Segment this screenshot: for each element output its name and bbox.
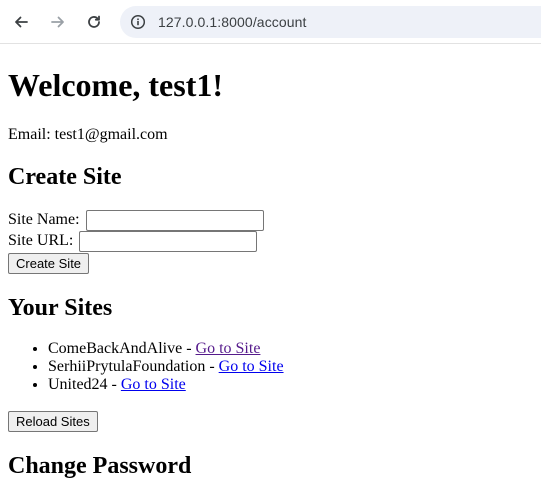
browser-toolbar: 127.0.0.1:8000/account (0, 0, 541, 44)
site-url-label: Site URL: (8, 232, 74, 250)
page-title: Welcome, test1! (8, 67, 224, 103)
reload-icon (88, 15, 100, 28)
arrow-left-icon (15, 16, 28, 28)
address-url: 127.0.0.1:8000/account (158, 14, 307, 30)
separator: - (107, 376, 121, 393)
reload-sites-button[interactable]: Reload Sites (8, 411, 98, 432)
list-item: ComeBackAndAlive - Go to Site (48, 340, 284, 358)
site-name: SerhiiPrytulaFoundation (48, 358, 206, 375)
address-bar[interactable]: 127.0.0.1:8000/account (120, 6, 541, 38)
site-url-input[interactable] (79, 231, 258, 252)
list-item: United24 - Go to Site (48, 376, 284, 394)
go-to-site-link[interactable]: Go to Site (196, 340, 261, 357)
back-button[interactable] (9, 10, 33, 34)
site-name: ComeBackAndAlive (48, 340, 183, 357)
list-item: SerhiiPrytulaFoundation - Go to Site (48, 358, 284, 376)
sites-list: ComeBackAndAlive - Go to Site SerhiiPryt… (8, 340, 284, 394)
forward-button[interactable] (46, 10, 70, 34)
site-name: United24 (48, 376, 108, 393)
create-site-button[interactable]: Create Site (8, 253, 90, 274)
site-name-row: Site Name: (8, 210, 264, 231)
separator: - (205, 358, 219, 375)
reload-button[interactable] (82, 10, 106, 34)
change-password-heading: Change Password (8, 453, 192, 479)
site-name-label: Site Name: (8, 211, 80, 229)
email-text: Email: test1@gmail.com (8, 126, 168, 143)
go-to-site-link[interactable]: Go to Site (121, 376, 186, 393)
site-url-row: Site URL: (8, 231, 258, 252)
separator: - (182, 340, 196, 357)
site-name-input[interactable] (85, 210, 264, 231)
arrow-right-icon (51, 16, 64, 28)
create-site-heading: Create Site (8, 164, 122, 190)
your-sites-heading: Your Sites (8, 295, 113, 321)
go-to-site-link[interactable]: Go to Site (219, 358, 284, 375)
site-info-icon[interactable] (130, 14, 146, 30)
